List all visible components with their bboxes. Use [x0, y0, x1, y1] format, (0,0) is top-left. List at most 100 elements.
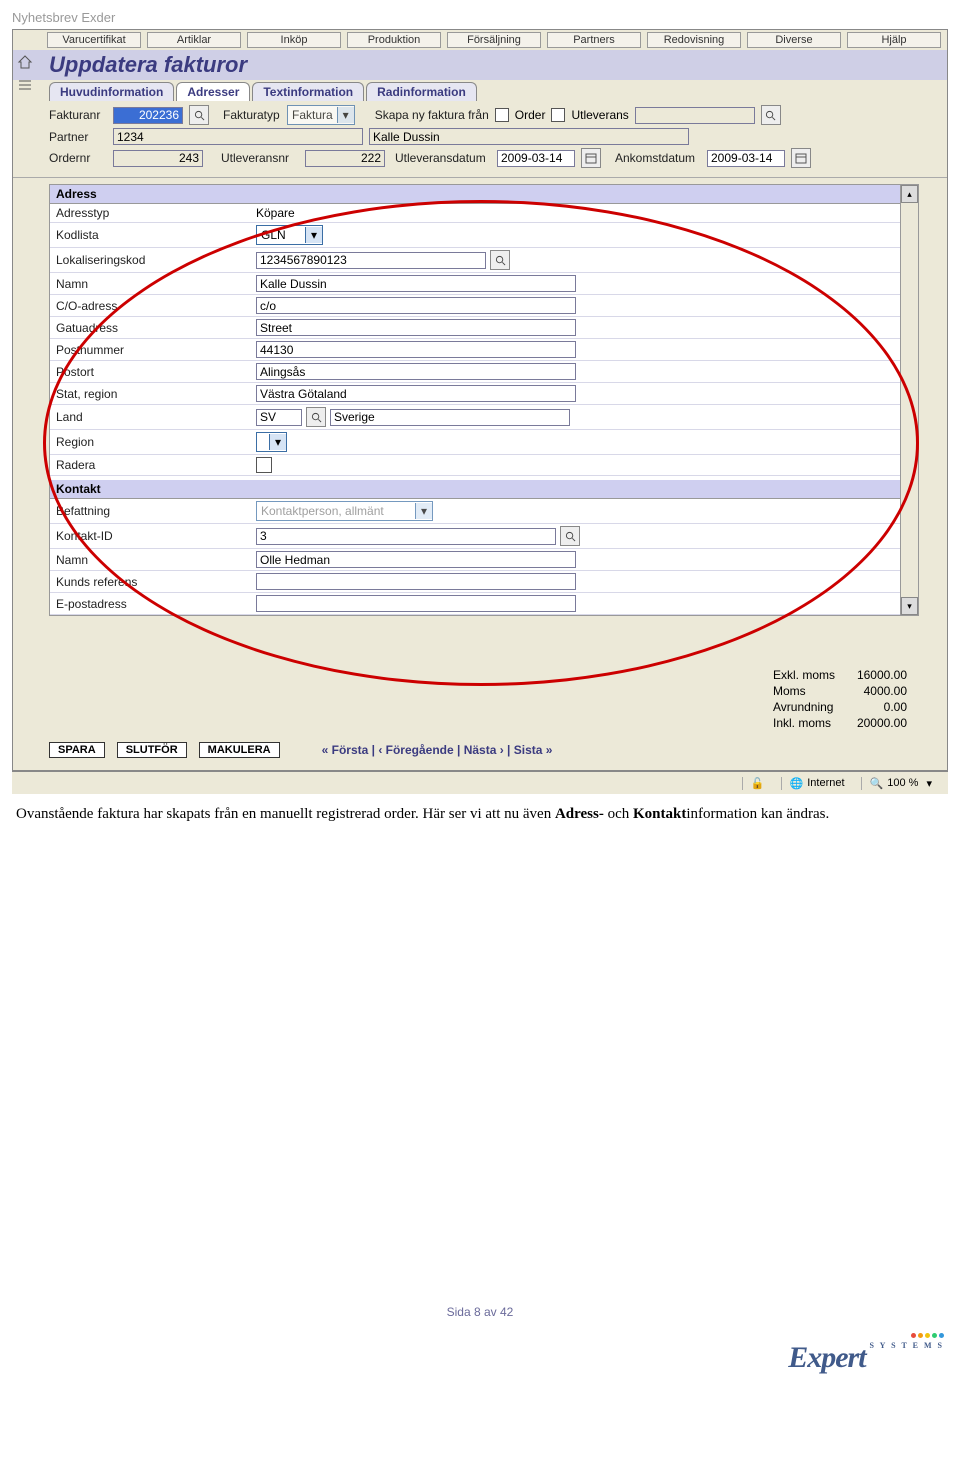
befattning-select[interactable]: Kontaktperson, allmänt▾ — [256, 501, 433, 521]
ankomstdatum-calendar-icon[interactable] — [791, 148, 811, 168]
tab-huvudinformation[interactable]: Huvudinformation — [49, 82, 174, 101]
spara-button[interactable]: SPARA — [49, 742, 105, 758]
partner-name-input[interactable] — [369, 128, 689, 145]
land-name-input[interactable] — [330, 409, 570, 426]
land-code-input[interactable] — [256, 409, 302, 426]
tab-adresser[interactable]: Adresser — [176, 82, 250, 101]
ankomstdatum-label: Ankomstdatum — [615, 151, 701, 165]
radio-order-label: Order — [515, 108, 546, 122]
doc-header: Nyhetsbrev Exder — [0, 0, 960, 29]
moms-value: 4000.00 — [843, 684, 913, 698]
list-icon[interactable] — [17, 77, 33, 96]
kref-input[interactable] — [256, 573, 576, 590]
epost-input[interactable] — [256, 595, 576, 612]
partner-code-input[interactable] — [113, 128, 363, 145]
utlevdatum-label: Utleveransdatum — [395, 151, 491, 165]
globe-icon: 🌐 — [790, 777, 804, 790]
kref-label: Kunds referens — [56, 575, 256, 589]
postort-label: Postort — [56, 365, 256, 379]
zone-label: Internet — [807, 777, 844, 789]
knamn-label: Namn — [56, 553, 256, 567]
ordernr-input[interactable] — [113, 150, 203, 167]
menu-redovisning[interactable]: Redovisning — [647, 32, 741, 48]
utleveransnr-label: Utleveransnr — [221, 151, 299, 165]
skapa-search-icon[interactable] — [761, 105, 781, 125]
lokkod-search-icon[interactable] — [490, 250, 510, 270]
gatu-input[interactable] — [256, 319, 576, 336]
menu-inkop[interactable]: Inköp — [247, 32, 341, 48]
avr-value: 0.00 — [843, 700, 913, 714]
co-input[interactable] — [256, 297, 576, 314]
status-bar: 🔓 🌐Internet 🔍100 %▾ — [12, 771, 948, 794]
stat-label: Stat, region — [56, 387, 256, 401]
lokkod-label: Lokaliseringskod — [56, 253, 256, 267]
bottom-buttons: SPARA SLUTFÖR MAKULERA « Första | ‹ Före… — [49, 742, 552, 758]
chevron-down-icon[interactable]: ▾ — [269, 434, 286, 450]
scroll-down-icon[interactable]: ▾ — [901, 597, 918, 615]
menu-forsaljning[interactable]: Försäljning — [447, 32, 541, 48]
region-select[interactable]: ▾ — [256, 432, 287, 452]
zoom-chevron-icon[interactable]: ▾ — [926, 777, 932, 790]
chevron-down-icon[interactable]: ▾ — [415, 503, 432, 519]
side-icons — [17, 54, 33, 96]
menu-varucertifikat[interactable]: Varucertifikat — [47, 32, 141, 48]
menu-produktion[interactable]: Produktion — [347, 32, 441, 48]
stat-input[interactable] — [256, 385, 576, 402]
menu-artiklar[interactable]: Artiklar — [147, 32, 241, 48]
avr-label: Avrundning — [773, 700, 841, 714]
chevron-down-icon[interactable]: ▾ — [305, 227, 322, 243]
adresstyp-label: Adresstyp — [56, 206, 256, 220]
radio-utleverans[interactable] — [551, 108, 565, 122]
kodlista-label: Kodlista — [56, 228, 256, 242]
slutfor-button[interactable]: SLUTFÖR — [117, 742, 187, 758]
kodlista-select[interactable]: GLN▾ — [256, 225, 323, 245]
menu-bar: Varucertifikat Artiklar Inköp Produktion… — [13, 30, 947, 50]
befattning-label: Befattning — [56, 504, 256, 518]
kid-label: Kontakt-ID — [56, 529, 256, 543]
partner-label: Partner — [49, 130, 107, 144]
menu-hjalp[interactable]: Hjälp — [847, 32, 941, 48]
pager-links[interactable]: « Första | ‹ Föregående | Nästa › | Sist… — [322, 743, 553, 757]
radera-label: Radera — [56, 458, 256, 472]
kid-search-icon[interactable] — [560, 526, 580, 546]
app-frame: Varucertifikat Artiklar Inköp Produktion… — [12, 29, 948, 771]
lokkod-input[interactable] — [256, 252, 486, 269]
fakturanr-search-icon[interactable] — [189, 105, 209, 125]
moms-label: Moms — [773, 684, 841, 698]
tab-textinformation[interactable]: Textinformation — [252, 82, 364, 101]
inkl-label: Inkl. moms — [773, 716, 841, 730]
page-title: Uppdatera fakturor — [13, 50, 947, 80]
totals-box: Exkl. moms16000.00 Moms4000.00 Avrundnin… — [771, 666, 915, 732]
menu-diverse[interactable]: Diverse — [747, 32, 841, 48]
zoom-label: 100 % — [887, 777, 918, 789]
utlevdatum-input[interactable] — [497, 150, 575, 167]
kid-input[interactable] — [256, 528, 556, 545]
makulera-button[interactable]: MAKULERA — [199, 742, 280, 758]
menu-partners[interactable]: Partners — [547, 32, 641, 48]
radio-utleverans-label: Utleverans — [571, 108, 628, 122]
scroll-up-icon[interactable]: ▴ — [901, 185, 918, 203]
knamn-input[interactable] — [256, 551, 576, 568]
fakturatyp-value: Faktura — [288, 108, 337, 122]
fakturatyp-arrow-icon[interactable]: ▾ — [337, 107, 354, 123]
skapa-label: Skapa ny faktura från — [375, 108, 489, 122]
utlevdatum-calendar-icon[interactable] — [581, 148, 601, 168]
gatu-label: Gatuadress — [56, 321, 256, 335]
land-search-icon[interactable] — [306, 407, 326, 427]
radio-order[interactable] — [495, 108, 509, 122]
page-footer: Sida 8 av 42 — [0, 1305, 960, 1319]
inkl-value: 20000.00 — [843, 716, 913, 730]
ankomstdatum-input[interactable] — [707, 150, 785, 167]
tab-radinformation[interactable]: Radinformation — [366, 82, 477, 101]
utleveransnr-input[interactable] — [305, 150, 385, 167]
fakturanr-input[interactable] — [113, 107, 183, 124]
radera-checkbox[interactable] — [256, 457, 272, 473]
postnr-input[interactable] — [256, 341, 576, 358]
logo: ExpertS Y S T E M S — [0, 1319, 960, 1391]
postort-input[interactable] — [256, 363, 576, 380]
skapa-input[interactable] — [635, 107, 755, 124]
body-pane: ▴ ▾ Adress AdresstypKöpare KodlistaGLN▾ … — [49, 184, 919, 616]
scrollbar[interactable]: ▴ ▾ — [900, 185, 918, 615]
home-icon[interactable] — [17, 54, 33, 73]
anamn-input[interactable] — [256, 275, 576, 292]
